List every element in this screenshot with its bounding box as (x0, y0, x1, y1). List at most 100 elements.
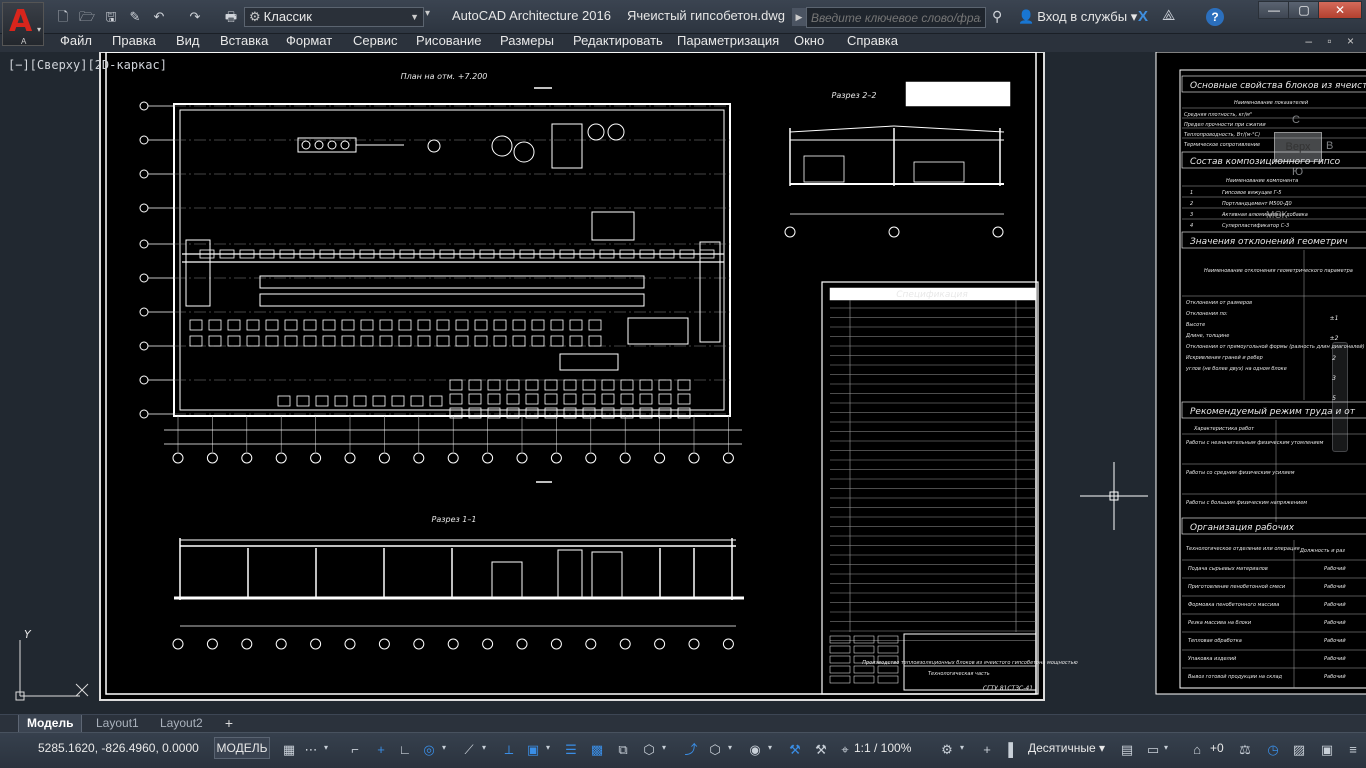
open-icon[interactable]: 🗁 (78, 8, 96, 26)
signin-button[interactable]: 👤 Вход в службы ▾ (1018, 7, 1137, 27)
viewport-controls[interactable]: [−][Сверху][2D-каркас] (8, 58, 167, 72)
work-row: Работы с незначительным физическим утомл… (1186, 440, 1324, 446)
polar-icon[interactable]: ◎ (420, 741, 438, 759)
ortho-icon[interactable]: ⌐ (346, 741, 364, 759)
plot-icon[interactable]: 🖶 (222, 8, 240, 26)
menu-item-9[interactable]: Параметризация (677, 34, 779, 48)
annotation-scale-bar-icon[interactable]: ⌖ (836, 741, 854, 759)
tab-model[interactable]: Модель (18, 715, 83, 733)
chevron-down-icon[interactable]: ▾ (960, 743, 964, 752)
chevron-down-icon[interactable]: ▾ (768, 743, 772, 752)
autodesk-exchange-icon[interactable]: X (1138, 8, 1148, 25)
save-as-icon[interactable]: ✎ (126, 8, 144, 26)
lineweight-icon[interactable]: ⟂ (500, 741, 518, 759)
menu-icon[interactable]: ≡ (1344, 741, 1362, 759)
transparency-icon[interactable]: ☰ (562, 741, 580, 759)
menu-item-2[interactable]: Вид (176, 34, 200, 48)
selection-filter-icon[interactable]: ⧉ (614, 741, 632, 759)
otrack-icon[interactable]: ⟋ (460, 741, 478, 759)
clean-screen-icon[interactable]: ◷ (1264, 741, 1282, 759)
lock-ui-icon[interactable]: ▭ (1144, 741, 1162, 759)
menu-bar: Файл Правка Вид Вставка Формат Сервис Рисовани… (0, 34, 1366, 52)
annotation-visibility-icon[interactable]: ⤴ (682, 741, 700, 759)
wcs-menu[interactable]: МСК (1266, 210, 1287, 221)
props-row: Предел прочности при сжатии (1184, 122, 1266, 128)
autocad-window: A A ▾ 🗋 🗁 🖫 ✎ ↶ ↷ 🖶 ⚙ Классик ▼ ▾ AutoCAD Archi… (0, 0, 1366, 768)
menu-item-7[interactable]: Размеры (500, 34, 554, 48)
gizmo-icon[interactable]: ⬡ (640, 741, 658, 759)
annotation-scale[interactable]: 1:1 / 100% (854, 741, 911, 755)
menu-item-4[interactable]: Формат (286, 34, 332, 48)
chevron-down-icon[interactable]: ▾ (546, 743, 550, 752)
redo-icon[interactable]: ↷ (186, 8, 204, 26)
customize-icon[interactable]: ▨ (1290, 741, 1308, 759)
snap-icon[interactable]: ⋯ (302, 741, 320, 759)
workspace-switch-icon[interactable]: ⚙ (938, 741, 956, 759)
viewcube-top-face[interactable]: Верх (1274, 132, 1322, 162)
customize-quick-access-button[interactable]: ▾ (425, 8, 437, 26)
selection-cycling-icon[interactable]: ▣ (524, 741, 542, 759)
dev-row: Длине, толщине (1185, 333, 1229, 339)
menu-item-1[interactable]: Правка (112, 34, 156, 48)
application-menu-button[interactable]: A A ▾ (2, 2, 44, 46)
cad-drawing: План на отм. +7.200 Разрез 2–2 Разрез 1–1 С… (15, 52, 1366, 701)
help-icon[interactable]: ? (1206, 8, 1224, 26)
drawing-canvas[interactable]: План на отм. +7.200 Разрез 2–2 Разрез 1–1 С… (4, 52, 1366, 714)
layout-tab-bar: Модель Layout1 Layout2 + (0, 714, 1366, 733)
annotation-scale-icon[interactable]: ⚒ (786, 741, 804, 759)
tab-layout2[interactable]: Layout2 (152, 715, 211, 733)
chevron-down-icon[interactable]: ▾ (1164, 743, 1168, 752)
fullscreen-icon[interactable]: ▣ (1318, 741, 1336, 759)
org-col2: Должность и раз (1299, 548, 1345, 554)
org-worker: Рабочий (1324, 656, 1346, 662)
menu-item-3[interactable]: Вставка (220, 34, 268, 48)
menu-item-0[interactable]: Файл (60, 34, 92, 48)
undo-icon[interactable]: ↶ (150, 8, 168, 26)
auto-scale-icon[interactable]: ⚒ (812, 741, 830, 759)
menu-item-8[interactable]: Редактировать (573, 34, 663, 48)
save-icon[interactable]: 🖫 (102, 8, 120, 26)
binoculars-icon[interactable]: ⚲ (992, 8, 1002, 25)
window-title: AutoCAD Architecture 2016 Ячеистый гипсоб… (452, 6, 785, 26)
expand-arrow-icon[interactable]: ▶ (792, 8, 806, 26)
search-input[interactable] (806, 7, 986, 28)
annotation-monitor-icon[interactable]: ▩ (588, 741, 606, 759)
chevron-down-icon[interactable]: ▾ (482, 743, 486, 752)
document-window-controls[interactable]: – ▫ × (1305, 34, 1360, 48)
close-button[interactable]: ✕ (1318, 1, 1362, 19)
chevron-down-icon[interactable]: ▾ (442, 743, 446, 752)
workspace-select[interactable]: ⚙ Классик ▼ (244, 7, 424, 27)
hardware-accel-icon[interactable]: ⚖ (1236, 741, 1254, 759)
chevron-down-icon[interactable]: ▾ (324, 743, 328, 752)
coordinates-display[interactable]: 5285.1620, -826.4960, 0.0000 (38, 741, 199, 755)
new-icon[interactable]: 🗋 (54, 8, 72, 26)
viewcube[interactable]: С Верх В Ю (1266, 114, 1336, 214)
properties-icon[interactable]: ▌ (1004, 741, 1022, 759)
menu-item-10[interactable]: Окно (794, 34, 824, 48)
tab-layout1[interactable]: Layout1 (88, 715, 147, 733)
menu-item-6[interactable]: Рисование (416, 34, 481, 48)
work-row: Работы со средним физическим усилием (1186, 470, 1295, 476)
add-layout-button[interactable]: + (218, 715, 240, 733)
maximize-button[interactable]: ▢ (1288, 1, 1320, 19)
quick-props-icon[interactable]: ▤ (1118, 741, 1136, 759)
dev-value: ±2 (1330, 335, 1339, 342)
chevron-down-icon[interactable]: ▾ (662, 743, 666, 752)
menu-item-11[interactable]: Справка (847, 34, 898, 48)
minimize-button[interactable]: — (1258, 1, 1290, 19)
props-row: Термическое сопротивление (1184, 142, 1260, 148)
grid-icon[interactable]: ▦ (280, 741, 298, 759)
isolate-objects-icon[interactable]: ⌂ (1188, 741, 1206, 759)
osnap-icon[interactable]: ∟ (396, 741, 414, 759)
isolate-icon[interactable]: ◉ (746, 741, 764, 759)
dynamic-input-icon[interactable]: + (372, 741, 390, 759)
chevron-down-icon[interactable]: ▾ (728, 743, 732, 752)
menu-item-5[interactable]: Сервис (353, 34, 398, 48)
navigation-bar[interactable] (1332, 342, 1348, 452)
a360-icon[interactable]: ⟁ (1162, 7, 1175, 24)
plus-icon[interactable]: + (978, 741, 996, 759)
wireframe-icon[interactable]: ⬡ (706, 741, 724, 759)
comp-index: 2 (1190, 201, 1193, 207)
model-space-button[interactable]: МОДЕЛЬ (214, 737, 270, 759)
units-select[interactable]: Десятичные ▾ (1028, 741, 1105, 755)
